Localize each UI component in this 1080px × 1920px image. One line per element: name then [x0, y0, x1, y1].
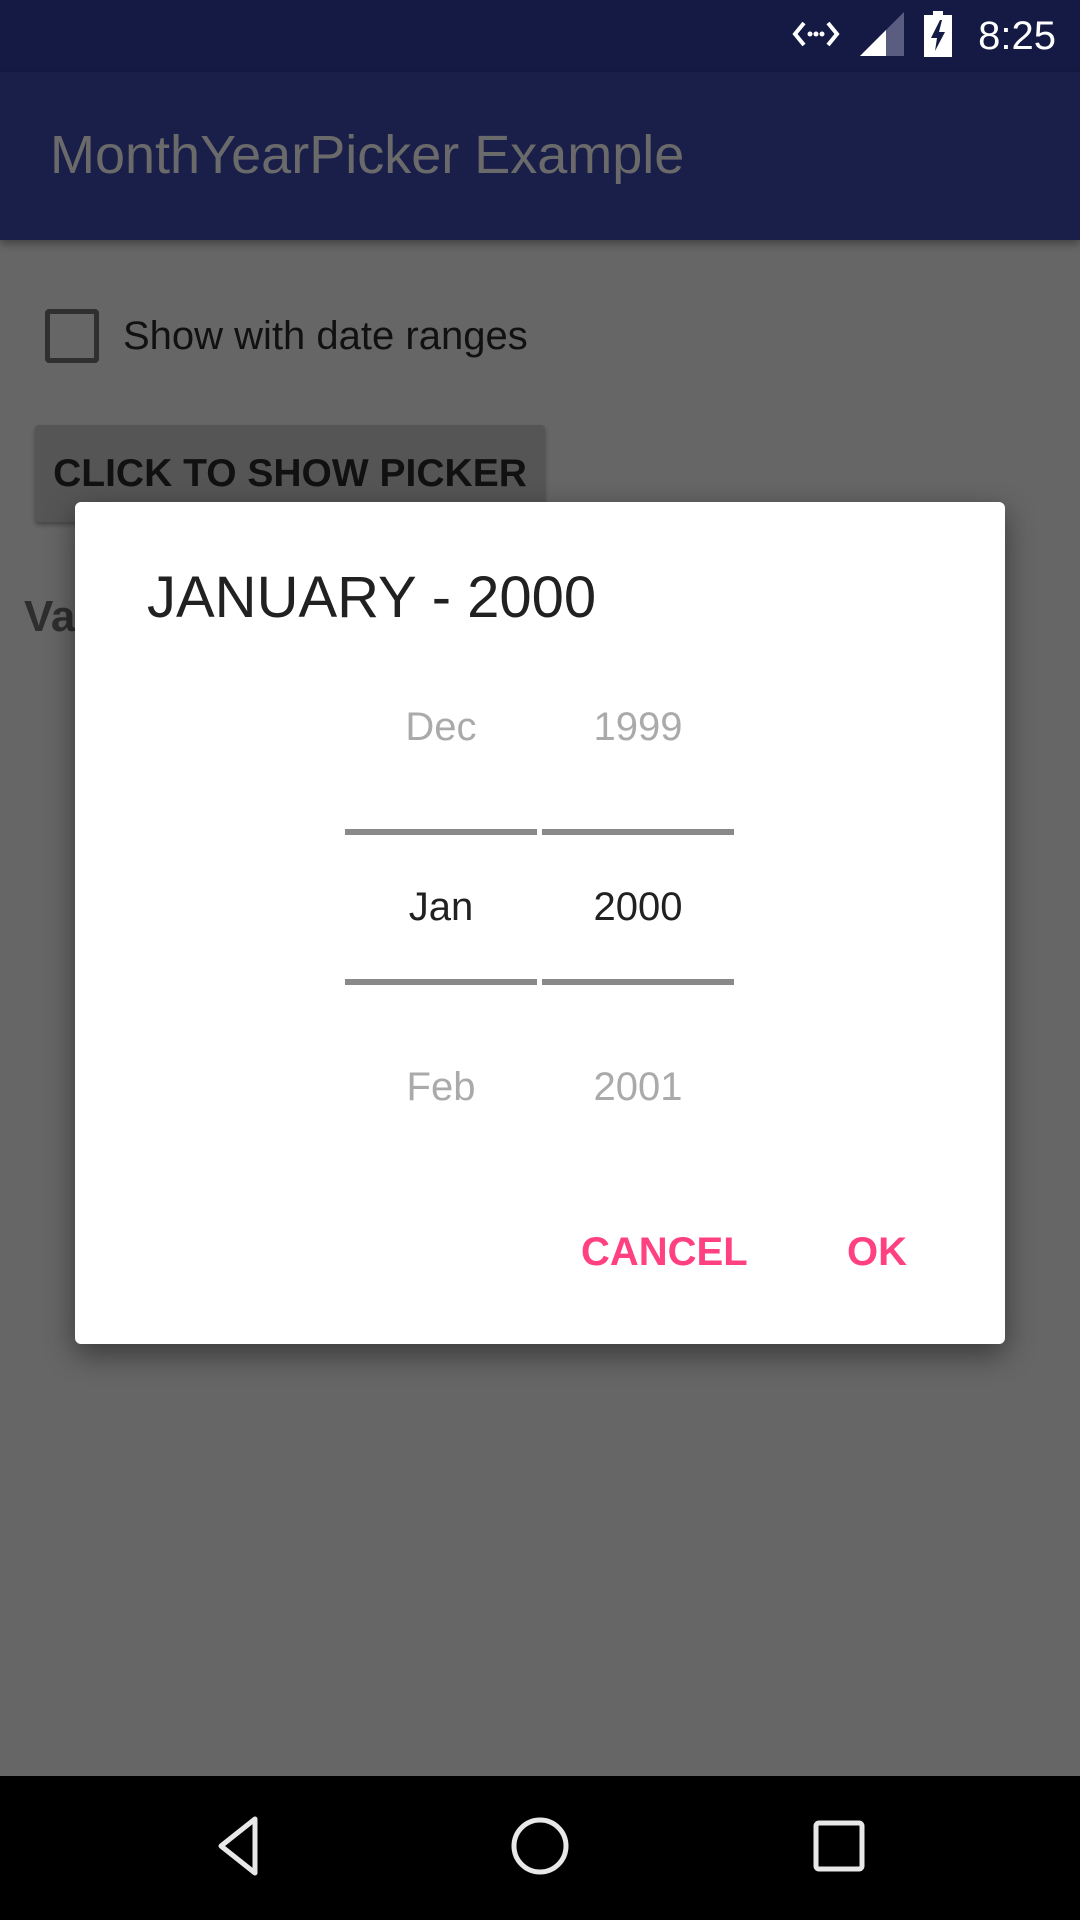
- month-prev[interactable]: Dec: [345, 705, 537, 750]
- app-bar: MonthYearPicker Example: [0, 72, 1080, 240]
- month-divider-top: [345, 829, 537, 835]
- dialog-title: JANUARY - 2000: [147, 565, 597, 630]
- recents-icon: [811, 1818, 867, 1879]
- home-icon: [508, 1814, 572, 1883]
- clock: 8:25: [978, 13, 1056, 58]
- status-bar: 8:25: [0, 0, 1080, 72]
- back-button[interactable]: [205, 1812, 277, 1884]
- year-current[interactable]: 2000: [542, 885, 734, 930]
- month-next[interactable]: Feb: [345, 1065, 537, 1110]
- checkbox-label: Show with date ranges: [123, 313, 528, 358]
- status-icons: 8:25: [792, 0, 1056, 72]
- year-prev[interactable]: 1999: [542, 705, 734, 750]
- year-divider-top: [542, 829, 734, 835]
- data-sync-icon: [792, 19, 840, 54]
- value-label: Va: [24, 592, 76, 641]
- date-ranges-checkbox[interactable]: [45, 309, 99, 363]
- year-divider-bottom: [542, 979, 734, 985]
- month-year-picker-dialog: JANUARY - 2000 Dec Jan Feb 1999 2000 200…: [75, 502, 1005, 1344]
- cell-signal-icon: [860, 11, 905, 61]
- ok-button[interactable]: OK: [847, 1230, 907, 1275]
- year-next[interactable]: 2001: [542, 1065, 734, 1110]
- navigation-bar: [0, 1776, 1080, 1920]
- month-divider-bottom: [345, 979, 537, 985]
- cancel-button[interactable]: CANCEL: [581, 1230, 748, 1275]
- battery-charging-icon: [924, 10, 953, 62]
- date-ranges-checkbox-row[interactable]: Show with date ranges: [45, 309, 528, 363]
- back-icon: [211, 1814, 271, 1883]
- month-current[interactable]: Jan: [345, 885, 537, 930]
- app-title: MonthYearPicker Example: [50, 125, 685, 185]
- recents-button[interactable]: [803, 1812, 875, 1884]
- home-button[interactable]: [504, 1812, 576, 1884]
